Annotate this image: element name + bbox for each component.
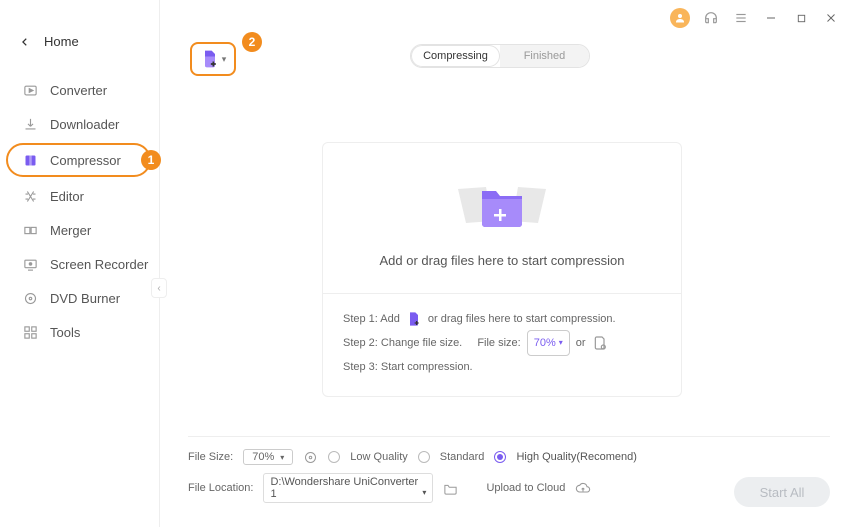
step1-text-a: Step 1: Add	[343, 308, 400, 330]
quality-high-label: High Quality(Recomend)	[516, 451, 636, 463]
sidebar-item-tools[interactable]: Tools	[0, 315, 159, 349]
chevron-left-icon	[20, 37, 30, 47]
sidebar-item-downloader[interactable]: Downloader	[0, 107, 159, 141]
bottom-bar: File Size: 70%▾ Low Quality Standard Hig…	[188, 436, 830, 511]
sidebar-item-merger[interactable]: Merger	[0, 213, 159, 247]
filesize-label: File Size:	[188, 451, 233, 463]
add-file-icon	[406, 311, 422, 327]
sidebar-item-label: Screen Recorder	[50, 257, 148, 272]
sidebar-item-editor[interactable]: Editor	[0, 179, 159, 213]
cloud-upload-icon[interactable]	[575, 480, 591, 496]
sidebar-item-compressor[interactable]: Compressor 1	[6, 143, 151, 177]
step2-percent-select[interactable]: 70%▾	[527, 330, 570, 356]
sidebar-item-label: Tools	[50, 325, 80, 340]
merger-icon	[22, 222, 38, 238]
drop-card: Add or drag files here to start compress…	[322, 142, 682, 397]
tools-icon	[22, 324, 38, 340]
folder-add-icon	[452, 169, 552, 239]
location-label: File Location:	[188, 482, 253, 494]
quality-radio-standard[interactable]	[418, 451, 430, 463]
sidebar-item-converter[interactable]: Converter	[0, 73, 159, 107]
compressor-icon	[22, 152, 38, 168]
chevron-down-icon: ▾	[422, 488, 426, 497]
sidebar: Home Converter Downloader Compressor 1 E…	[0, 0, 160, 527]
sidebar-item-dvd-burner[interactable]: DVD Burner	[0, 281, 159, 315]
upload-cloud-label: Upload to Cloud	[486, 482, 565, 494]
sidebar-item-label: Converter	[50, 83, 107, 98]
sidebar-item-label: Compressor	[50, 153, 121, 168]
step1-text-b: or drag files here to start compression.	[428, 308, 616, 330]
step2-text: Step 2: Change file size.	[343, 332, 462, 354]
open-folder-icon[interactable]	[443, 481, 458, 496]
filesize-select[interactable]: 70%▾	[243, 449, 293, 465]
annotation-badge-1: 1	[141, 150, 161, 170]
main-panel: ▾ 2 Compressing Finished Add or drag fil…	[160, 0, 850, 527]
settings-icon[interactable]	[303, 450, 318, 465]
sidebar-item-label: Downloader	[50, 117, 119, 132]
quality-low-label: Low Quality	[350, 451, 407, 463]
downloader-icon	[22, 116, 38, 132]
home-label: Home	[44, 34, 79, 49]
drop-zone[interactable]: Add or drag files here to start compress…	[323, 143, 681, 293]
status-tabs: Compressing Finished	[410, 44, 590, 68]
add-file-button[interactable]: ▾ 2	[190, 42, 236, 76]
sidebar-item-screen-recorder[interactable]: Screen Recorder	[0, 247, 159, 281]
quality-standard-label: Standard	[440, 451, 485, 463]
add-file-icon	[200, 49, 220, 69]
sidebar-item-label: Merger	[50, 223, 91, 238]
home-button[interactable]: Home	[0, 28, 159, 67]
steps-panel: Step 1: Add or drag files here to start …	[323, 293, 681, 396]
chevron-down-icon: ▾	[559, 335, 563, 351]
annotation-badge-2: 2	[242, 32, 262, 52]
quality-radio-low[interactable]	[328, 451, 340, 463]
sidebar-item-label: Editor	[50, 189, 84, 204]
converter-icon	[22, 82, 38, 98]
chevron-down-icon: ▾	[280, 453, 284, 462]
tab-finished[interactable]: Finished	[500, 45, 589, 67]
step2-filesize-label: File size:	[477, 332, 520, 354]
screen-recorder-icon	[22, 256, 38, 272]
file-settings-icon[interactable]	[592, 335, 608, 351]
dvd-burner-icon	[22, 290, 38, 306]
tab-compressing[interactable]: Compressing	[411, 45, 500, 67]
start-all-button[interactable]: Start All	[734, 477, 830, 507]
chevron-down-icon: ▾	[222, 54, 227, 65]
location-input[interactable]: D:\Wondershare UniConverter 1 ▾	[263, 473, 433, 503]
step2-or: or	[576, 332, 586, 354]
editor-icon	[22, 188, 38, 204]
drop-zone-text: Add or drag files here to start compress…	[380, 253, 625, 268]
step3-text: Step 3: Start compression.	[343, 356, 473, 378]
sidebar-item-label: DVD Burner	[50, 291, 120, 306]
quality-radio-high[interactable]	[494, 451, 506, 463]
